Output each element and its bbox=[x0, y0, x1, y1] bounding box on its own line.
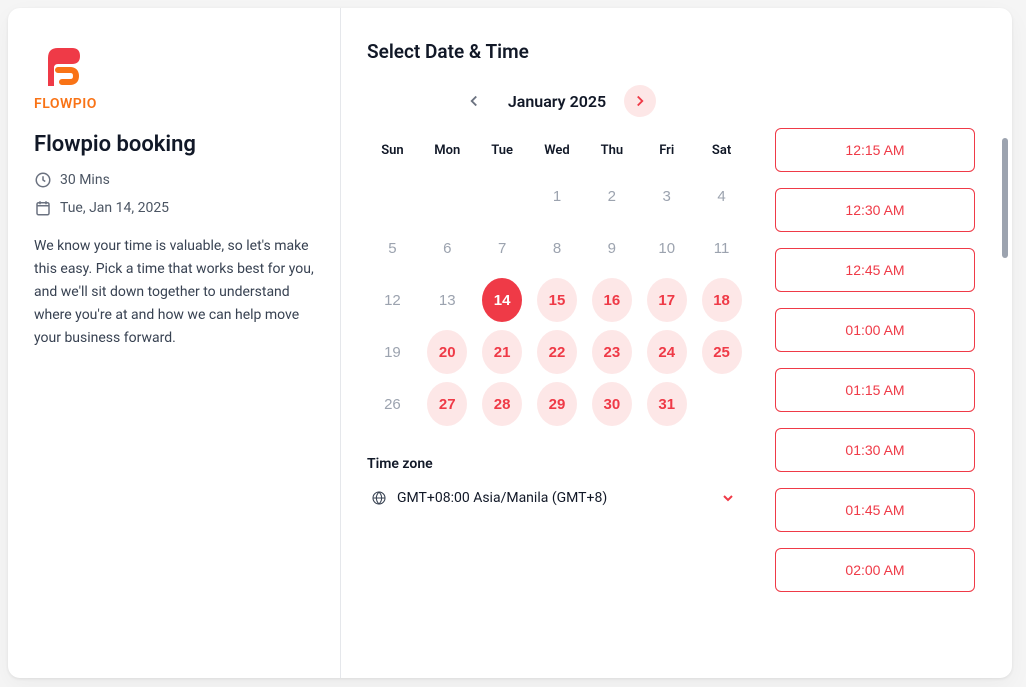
globe-icon bbox=[371, 490, 387, 506]
timezone-select[interactable]: GMT+08:00 Asia/Manila (GMT+8) bbox=[367, 484, 747, 512]
calendar-day: 12 bbox=[372, 278, 412, 322]
calendar-day[interactable]: 30 bbox=[592, 382, 632, 426]
duration-text: 30 Mins bbox=[60, 172, 110, 188]
calendar-day: 11 bbox=[702, 226, 742, 270]
calendar-day: 2 bbox=[592, 174, 632, 218]
calendar-day[interactable]: 25 bbox=[702, 330, 742, 374]
month-nav: January 2025 bbox=[367, 85, 747, 117]
calendar-week: 56789 10 11 bbox=[367, 222, 747, 274]
timeslot-button[interactable]: 01:45 AM bbox=[775, 488, 975, 532]
booking-title: Flowpio booking bbox=[34, 132, 314, 157]
calendar-week: 12 13 14 15 16 17 18 bbox=[367, 274, 747, 326]
timeslot-button[interactable]: 12:15 AM bbox=[775, 128, 975, 172]
prev-month-button[interactable] bbox=[458, 85, 490, 117]
timeslot-button[interactable]: 01:00 AM bbox=[775, 308, 975, 352]
calendar-day[interactable]: 24 bbox=[647, 330, 687, 374]
timeslot-button[interactable]: 01:15 AM bbox=[775, 368, 975, 412]
calendar-day: 9 bbox=[592, 226, 632, 270]
timezone-label: Time zone bbox=[367, 456, 747, 472]
weekday-label: Sun bbox=[367, 135, 418, 170]
brand-logo: FLOWPIO bbox=[34, 40, 314, 112]
calendar-day: 5 bbox=[372, 226, 412, 270]
weekday-header: SunMonTueWedThuFriSat bbox=[367, 135, 747, 170]
calendar-day[interactable]: 15 bbox=[537, 278, 577, 322]
calendar-day: 8 bbox=[537, 226, 577, 270]
calendar-day[interactable]: 17 bbox=[647, 278, 687, 322]
weekday-label: Thu bbox=[586, 135, 637, 170]
calendar-day[interactable]: 27 bbox=[427, 382, 467, 426]
clock-icon bbox=[34, 171, 52, 189]
flowpio-logo-icon bbox=[34, 40, 88, 94]
calendar-day[interactable]: 20 bbox=[427, 330, 467, 374]
chevron-right-icon bbox=[631, 92, 649, 110]
timeslot-button[interactable]: 01:30 AM bbox=[775, 428, 975, 472]
info-panel: FLOWPIO Flowpio booking 30 Mins Tue, Jan… bbox=[8, 8, 341, 678]
month-label: January 2025 bbox=[508, 92, 606, 111]
timeslot-column: 12:15 AM 12:30 AM 12:45 AM 01:00 AM 01:15 AM… bbox=[775, 40, 986, 678]
calendar-day[interactable]: 18 bbox=[702, 278, 742, 322]
weekday-label: Wed bbox=[532, 135, 583, 170]
calendar-day: 26 bbox=[372, 382, 412, 426]
timeslot-button[interactable]: 12:45 AM bbox=[775, 248, 975, 292]
calendar-day[interactable]: 31 bbox=[647, 382, 687, 426]
calendar-day[interactable]: 16 bbox=[592, 278, 632, 322]
timezone-block: Time zone GMT+08:00 Asia/Manila (GMT+8) bbox=[367, 456, 747, 512]
section-heading: Select Date & Time bbox=[367, 40, 747, 63]
calendar-week: 26 27 28 29 30 31 bbox=[367, 378, 747, 430]
weekday-label: Tue bbox=[477, 135, 528, 170]
chevron-left-icon bbox=[465, 92, 483, 110]
calendar-day[interactable]: 21 bbox=[482, 330, 522, 374]
calendar-grid: 1234567891011121314151617181920212223242… bbox=[367, 170, 747, 430]
calendar-day[interactable]: 29 bbox=[537, 382, 577, 426]
booking-card: FLOWPIO Flowpio booking 30 Mins Tue, Jan… bbox=[8, 8, 1012, 678]
calendar-day: 6 bbox=[427, 226, 467, 270]
next-month-button[interactable] bbox=[624, 85, 656, 117]
calendar-icon bbox=[34, 199, 52, 217]
calendar-day: 1 bbox=[537, 174, 577, 218]
booking-description: We know your time is valuable, so let's … bbox=[34, 235, 314, 350]
brand-name: FLOWPIO bbox=[34, 96, 314, 112]
calendar-day: 19 bbox=[372, 330, 412, 374]
calendar-day: 13 bbox=[427, 278, 467, 322]
caret-down-icon bbox=[723, 493, 733, 503]
timeslot-button[interactable]: 12:30 AM bbox=[775, 188, 975, 232]
weekday-label: Mon bbox=[422, 135, 473, 170]
calendar-day[interactable]: 28 bbox=[482, 382, 522, 426]
calendar-week: 1234 bbox=[367, 170, 747, 222]
weekday-label: Fri bbox=[641, 135, 692, 170]
weekday-label: Sat bbox=[696, 135, 747, 170]
calendar-column: Select Date & Time January 2025 SunMonTu… bbox=[367, 40, 747, 678]
calendar-week: 19 20 21 22 23 24 25 bbox=[367, 326, 747, 378]
timezone-value: GMT+08:00 Asia/Manila (GMT+8) bbox=[397, 490, 607, 506]
duration-row: 30 Mins bbox=[34, 171, 314, 189]
date-row: Tue, Jan 14, 2025 bbox=[34, 199, 314, 217]
calendar-day: 10 bbox=[647, 226, 687, 270]
calendar-day[interactable]: 23 bbox=[592, 330, 632, 374]
calendar-day[interactable]: 22 bbox=[537, 330, 577, 374]
calendar-day: 3 bbox=[647, 174, 687, 218]
calendar-day: 4 bbox=[702, 174, 742, 218]
selected-date-text: Tue, Jan 14, 2025 bbox=[60, 200, 169, 216]
calendar-day[interactable]: 14 bbox=[482, 278, 522, 322]
scrollbar-thumb[interactable] bbox=[1002, 138, 1008, 258]
timeslot-button[interactable]: 02:00 AM bbox=[775, 548, 975, 592]
calendar-day: 7 bbox=[482, 226, 522, 270]
schedule-panel: Select Date & Time January 2025 SunMonTu… bbox=[341, 8, 1012, 678]
